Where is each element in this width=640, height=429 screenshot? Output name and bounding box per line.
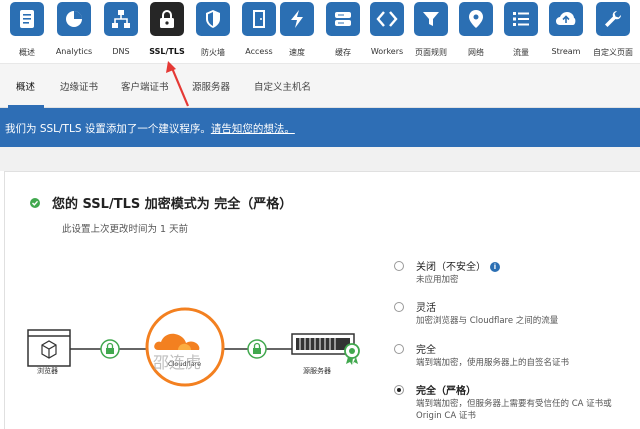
cloud-upload-icon: [549, 2, 583, 36]
sub-tabs: 概述 边缘证书 客户端证书 源服务器 自定义主机名: [0, 64, 640, 108]
red-arrow-annotation: [166, 61, 190, 107]
lock-badge-icon: [247, 339, 267, 359]
feedback-link[interactable]: 请告知您的想法。: [211, 123, 295, 135]
encryption-diagram: 浏览器 Cloudflare 邵连虎 源服务器: [27, 307, 360, 387]
nav-item-custom-pages[interactable]: 自定义页面: [590, 2, 636, 62]
option-description: 未应用加密: [416, 275, 459, 285]
lock-badge-icon: [100, 339, 120, 359]
radio-full[interactable]: [394, 344, 404, 354]
browser-label: 浏览器: [37, 366, 58, 375]
encryption-mode-heading: 您的 SSL/TLS 加密模式为 完全（严格）: [52, 197, 293, 212]
network-icon: [104, 2, 138, 36]
option-description: 端到端加密，使用服务器上的自签名证书: [416, 358, 570, 368]
shield-icon: [196, 2, 230, 36]
option-title: 完全: [416, 345, 436, 356]
certificate-badge-icon: [344, 343, 360, 365]
option-title: 关闭（不安全） i: [416, 258, 500, 273]
nav-label: 自定义页面: [593, 48, 633, 57]
code-brackets-icon: [370, 2, 404, 36]
option-description: 加密浏览器与 Cloudflare 之间的流量: [416, 316, 559, 326]
info-icon[interactable]: i: [490, 262, 500, 272]
watermark: 邵连虎: [153, 353, 201, 372]
pie-chart-icon: [57, 2, 91, 36]
filter-icon: [414, 2, 448, 36]
tab-overview[interactable]: 概述: [16, 79, 35, 93]
radio-full-strict[interactable]: [394, 385, 404, 395]
lock-icon: [150, 2, 184, 36]
option-title: 完全（严格）: [416, 386, 476, 397]
lightning-icon: [280, 2, 314, 36]
last-changed-text: 此设置上次更改时间为 1 天前: [62, 224, 189, 235]
option-title: 灵活: [416, 303, 436, 314]
origin-server-label: 源服务器: [303, 366, 331, 375]
recommendation-banner: 我们为 SSL/TLS 设置添加了一个建议程序。请告知您的想法。: [0, 108, 640, 147]
tab-custom-hostnames[interactable]: 自定义主机名: [254, 79, 311, 93]
radio-off[interactable]: [394, 261, 404, 271]
radio-flexible[interactable]: [394, 302, 404, 312]
banner-text: 我们为 SSL/TLS 设置添加了一个建议程序。: [5, 123, 211, 135]
server-icon: [326, 2, 360, 36]
wrench-icon: [596, 2, 630, 36]
top-nav: 概述 Analytics DNS SSL/TLS 防火墙 Access 速度 缓…: [0, 0, 640, 64]
door-icon: [242, 2, 276, 36]
list-icon: [504, 2, 538, 36]
browser-icon: [27, 329, 71, 367]
location-pin-icon: [459, 2, 493, 36]
tab-edge-certificates[interactable]: 边缘证书: [60, 79, 98, 93]
document-icon: [10, 2, 44, 36]
check-icon: [30, 198, 40, 208]
option-description: 端到端加密，但服务器上需要有受信任的 CA 证书或: [416, 399, 612, 409]
page-background: [0, 147, 640, 171]
cloudflare-icon: [145, 307, 225, 387]
option-description-line2: Origin CA 证书: [416, 411, 476, 421]
